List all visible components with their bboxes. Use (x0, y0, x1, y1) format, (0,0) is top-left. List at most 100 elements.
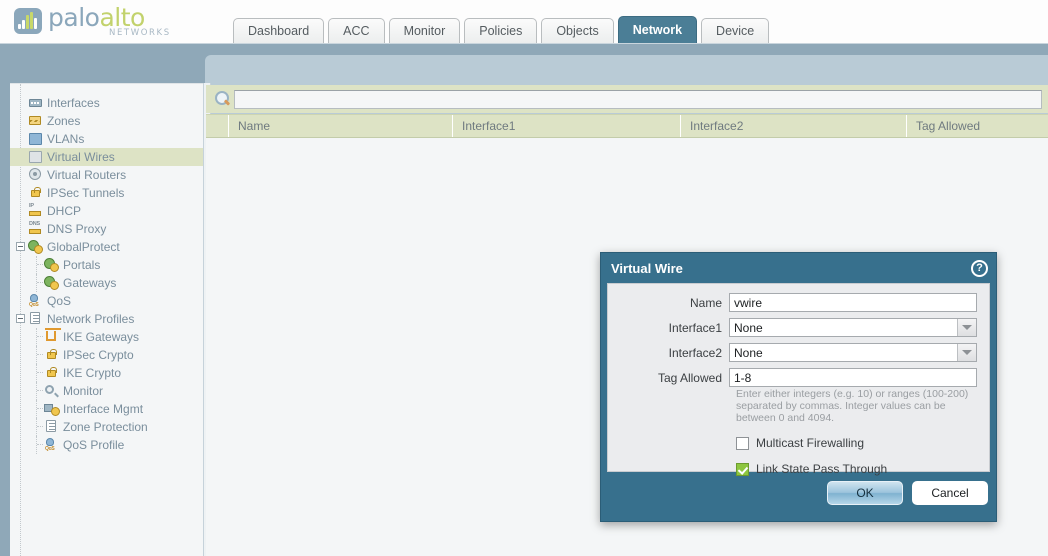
sidebar-item-vlans[interactable]: VLANs (10, 130, 203, 148)
sidebar-item-qos-profile[interactable]: QoS Profile (10, 436, 203, 454)
interface2-select[interactable]: None (729, 343, 977, 362)
checkbox-row-multicast-firewalling[interactable]: Multicast Firewalling (736, 436, 977, 450)
chevron-down-icon[interactable] (957, 319, 976, 336)
sidebar-item-label: DNS Proxy (47, 222, 107, 236)
sidebar-item-label: Monitor (63, 384, 104, 398)
dhcp-icon: IP (28, 203, 44, 218)
network-profiles-icon (28, 312, 44, 326)
dialog-title-bar: Virtual Wire ? (601, 253, 996, 283)
ok-button[interactable]: OK (827, 481, 903, 505)
help-circle-icon[interactable]: ? (971, 259, 988, 277)
sidebar-item-ipsec-tunnels[interactable]: IPSec Tunnels (10, 184, 203, 202)
expander-globalprotect-icon[interactable] (16, 242, 25, 251)
sidebar-item-dhcp[interactable]: IP DHCP (10, 202, 203, 220)
sidebar-item-zones[interactable]: Zones (10, 112, 203, 130)
sidebar-navigation: Interfaces Zones VLANs Virtual Wires Vir… (10, 83, 204, 556)
tab-dashboard[interactable]: Dashboard (233, 18, 325, 43)
sidebar-item-label: Virtual Wires (47, 150, 115, 164)
tab-network[interactable]: Network (617, 16, 698, 43)
sidebar-item-globalprotect[interactable]: GlobalProtect (10, 238, 203, 256)
sidebar-item-label: Interfaces (47, 96, 100, 110)
name-input[interactable] (729, 293, 977, 312)
interface-mgmt-icon (44, 402, 60, 416)
tag-allowed-input[interactable] (729, 368, 977, 387)
search-input[interactable] (234, 89, 1042, 109)
sidebar-item-interfaces[interactable]: Interfaces (10, 94, 203, 112)
search-icon[interactable] (212, 89, 234, 109)
ipsec-tunnels-icon (28, 186, 44, 200)
tag-allowed-hint: Enter either integers (e.g. 10) or range… (736, 388, 969, 424)
tab-policies[interactable]: Policies (464, 18, 538, 43)
sidebar-item-label: GlobalProtect (47, 240, 120, 254)
sidebar-tree: Interfaces Zones VLANs Virtual Wires Vir… (10, 84, 203, 454)
sidebar-item-label: Gateways (63, 276, 117, 290)
tab-objects[interactable]: Objects (541, 18, 614, 43)
label-tag-allowed: Tag Allowed (657, 370, 722, 385)
brand-name-part1: palo (48, 3, 100, 32)
sidebar-item-virtual-wires[interactable]: Virtual Wires (10, 148, 203, 166)
monitor-icon (44, 384, 60, 398)
application-window: paloalto NETWORKS Dashboard ACC Monitor … (0, 0, 1048, 556)
interfaces-icon (28, 96, 44, 110)
column-header-name[interactable]: Name (229, 115, 453, 137)
sidebar-item-dns-proxy[interactable]: DNS DNS Proxy (10, 220, 203, 238)
link-state-pass-through-checkbox[interactable] (736, 462, 749, 476)
interface1-select[interactable]: None (729, 318, 977, 337)
column-header-tag-allowed[interactable]: Tag Allowed (907, 115, 1048, 137)
link-state-pass-through-label: Link State Pass Through (756, 462, 888, 476)
sidebar-item-label: DHCP (47, 204, 82, 218)
field-row-tag-allowed: Tag Allowed (608, 368, 977, 387)
sidebar-item-ike-gateways[interactable]: IKE Gateways (10, 328, 203, 346)
sidebar-item-virtual-routers[interactable]: Virtual Routers (10, 166, 203, 184)
sidebar-item-interface-mgmt[interactable]: Interface Mgmt (10, 400, 203, 418)
ipsec-crypto-icon (44, 348, 60, 362)
sidebar-item-portals[interactable]: Portals (10, 256, 203, 274)
sidebar-item-monitor[interactable]: Monitor (10, 382, 203, 400)
brand-logo: paloalto NETWORKS (14, 3, 169, 38)
top-bar: paloalto NETWORKS Dashboard ACC Monitor … (0, 0, 1048, 43)
virtual-routers-icon (28, 168, 44, 182)
label-name: Name (689, 295, 722, 310)
sidebar-item-label: Network Profiles (47, 312, 135, 326)
zones-icon (28, 114, 44, 128)
tab-monitor[interactable]: Monitor (388, 18, 461, 43)
field-row-interface1: Interface1 None (608, 318, 977, 337)
gateways-icon (44, 276, 60, 290)
sidebar-item-qos[interactable]: QoS (10, 292, 203, 310)
multicast-firewalling-checkbox[interactable] (736, 436, 749, 450)
sidebar-item-label: QoS (47, 294, 72, 308)
virtual-wire-dialog: Virtual Wire ? Name Interface1 None Inte… (600, 252, 997, 522)
field-row-name: Name (608, 293, 977, 312)
left-rail (0, 43, 10, 556)
multicast-firewalling-label: Multicast Firewalling (756, 436, 865, 450)
portals-icon (44, 258, 60, 272)
dialog-title: Virtual Wire (611, 260, 683, 276)
sidebar-item-label: Zones (47, 114, 81, 128)
tab-device[interactable]: Device (701, 18, 770, 43)
sidebar-item-gateways[interactable]: Gateways (10, 274, 203, 292)
dialog-body: Name Interface1 None Interface2 None Tag… (607, 283, 990, 476)
cancel-button[interactable]: Cancel (912, 481, 988, 505)
dns-proxy-icon: DNS (28, 221, 44, 236)
tab-acc[interactable]: ACC (328, 18, 385, 43)
interface1-selected-value: None (734, 320, 763, 335)
sidebar-item-ike-crypto[interactable]: IKE Crypto (10, 364, 203, 382)
column-header-interface2[interactable]: Interface2 (681, 115, 907, 137)
column-header-interface1[interactable]: Interface1 (453, 115, 681, 137)
qos-icon (28, 294, 44, 308)
sidebar-item-network-profiles[interactable]: Network Profiles (10, 310, 203, 328)
sidebar-item-ipsec-crypto[interactable]: IPSec Crypto (10, 346, 203, 364)
grid-header-row: Name Interface1 Interface2 Tag Allowed (206, 114, 1048, 138)
virtual-wires-icon (28, 150, 44, 164)
ike-crypto-icon (44, 366, 60, 380)
sidebar-item-label: Interface Mgmt (63, 402, 144, 416)
sidebar-item-label: IKE Gateways (63, 330, 140, 344)
expander-network-profiles-icon[interactable] (16, 314, 25, 323)
bars-logo-icon (14, 8, 42, 34)
sidebar-item-zone-protection[interactable]: Zone Protection (10, 418, 203, 436)
qos-profile-icon (44, 438, 60, 452)
sidebar-item-label: VLANs (47, 132, 85, 146)
sidebar-item-label: QoS Profile (63, 438, 125, 452)
ike-gateways-icon (44, 328, 61, 344)
chevron-down-icon[interactable] (957, 344, 976, 361)
